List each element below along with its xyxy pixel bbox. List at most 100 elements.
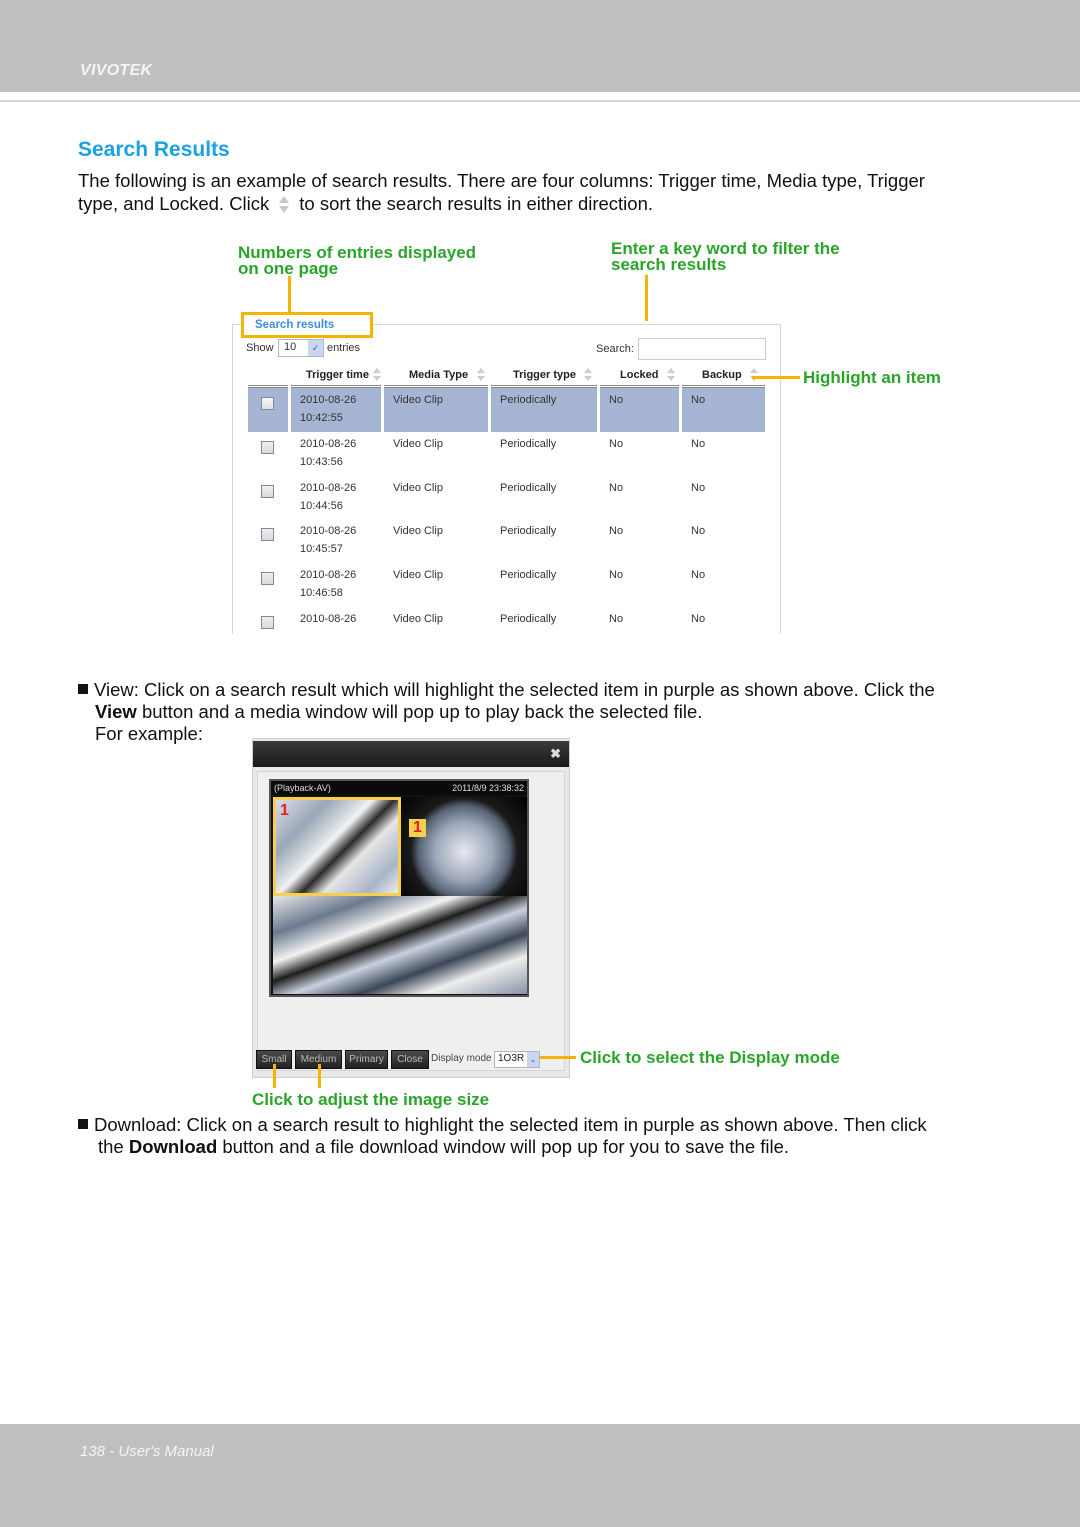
table-row[interactable]: 2010-08-26 10:43:56 Video Clip Periodically…: [248, 432, 765, 476]
cell-trigger: Periodically: [491, 388, 597, 432]
video-timestamp: 2011/8/9 23:38:32: [452, 783, 524, 793]
trigger-date: 2010-08-26: [300, 394, 357, 406]
checkbox-cell: [248, 563, 288, 607]
primary-button[interactable]: Primary: [345, 1050, 388, 1069]
video-tile-panorama[interactable]: [273, 896, 527, 994]
cell-trigger-time: 2010-08-26 10:44:56: [291, 476, 381, 520]
cell-media: Video Clip: [393, 482, 443, 494]
annotation-image-size: Click to adjust the image size: [252, 1090, 490, 1109]
table-row[interactable]: 2010-08-26 10:46:58 Video Clip Periodically…: [248, 563, 765, 607]
cell-media: Video Clip: [393, 438, 443, 450]
table-row[interactable]: 2010-08-26 10:44:56 Video Clip Periodically…: [248, 476, 765, 520]
intro-text-pre: type, and Locked. Click: [78, 193, 270, 214]
cell-backup: No: [691, 525, 706, 537]
row-checkbox[interactable]: [261, 485, 274, 498]
download-text: button and a file download window will p…: [217, 1136, 790, 1157]
show-label: Show: [246, 342, 274, 354]
section-title: Search Results: [78, 138, 230, 161]
column-header-locked[interactable]: Locked: [620, 368, 676, 382]
row-checkbox[interactable]: [261, 572, 274, 585]
annotation-highlight: Highlight an item: [803, 368, 941, 387]
annotation-filter: Enter a key word to filter the search re…: [611, 240, 840, 274]
trigger-clock-time: 10:43:56: [300, 456, 343, 468]
search-input[interactable]: [638, 338, 766, 360]
column-label: Locked: [620, 368, 659, 381]
sort-arrows-icon[interactable]: [372, 368, 382, 382]
column-header-trigger-type[interactable]: Trigger type: [513, 368, 593, 382]
search-label: Search:: [596, 343, 634, 355]
trigger-date: 2010-08-26: [300, 482, 357, 494]
column-label: Backup: [702, 368, 742, 381]
column-label: Trigger time: [306, 368, 369, 381]
view-text: View: Click on a search result which wil…: [94, 679, 935, 700]
download-paragraph: Download: Click on a search result to hi…: [78, 1114, 927, 1158]
close-icon[interactable]: ✖: [550, 746, 561, 762]
column-header-backup[interactable]: Backup: [702, 368, 759, 382]
popup-titlebar[interactable]: ✖: [253, 741, 569, 767]
download-line2: the Download button and a file download …: [78, 1136, 927, 1158]
trigger-clock-time: 10:44:56: [300, 500, 343, 512]
cell-trigger: Periodically: [500, 613, 557, 625]
cell-locked: No: [609, 569, 624, 581]
video-player[interactable]: (Playback-AV) 2011/8/9 23:38:32 1 1: [269, 779, 529, 997]
trigger-clock-time: 10:45:57: [300, 543, 343, 555]
sort-arrows-icon: [277, 194, 291, 216]
page-number: 138 - User's Manual: [80, 1443, 214, 1460]
trigger-date: 2010-08-26: [300, 613, 357, 625]
brand-logo: VIVOTEK: [80, 62, 153, 79]
table-row[interactable]: 2010-08-26 10:45:57 Video Clip Periodically…: [248, 519, 765, 563]
sort-arrows-icon[interactable]: [749, 368, 759, 382]
close-button[interactable]: Close: [391, 1050, 429, 1069]
entries-per-page-select[interactable]: 10 ✓: [278, 339, 324, 357]
row-checkbox[interactable]: [261, 616, 274, 629]
column-header-media-type[interactable]: Media Type: [409, 368, 486, 382]
callout-line-small: [273, 1064, 276, 1088]
chevron-down-icon[interactable]: ⌄: [527, 1052, 539, 1067]
view-bold-term: View: [95, 701, 137, 722]
region-number: 1: [280, 802, 289, 819]
cell-locked: No: [609, 613, 624, 625]
cell-trigger-time: 2010-08-26 10:46:58: [291, 563, 381, 607]
intro-text-post: to sort the search results in either dir…: [299, 193, 654, 214]
cell-trigger-time: 2010-08-26: [291, 607, 381, 633]
trigger-clock-time: 10:46:58: [300, 587, 343, 599]
trigger-date: 2010-08-26: [300, 569, 357, 581]
video-tile-region-1[interactable]: 1: [273, 797, 401, 896]
callout-line-highlight: [752, 376, 800, 379]
row-checkbox[interactable]: [261, 441, 274, 454]
row-checkbox[interactable]: [261, 397, 274, 410]
page-header-band: VIVOTEK: [0, 0, 1080, 92]
cell-backup: No: [682, 388, 765, 432]
callout-line-entries: [288, 276, 291, 314]
cell-locked: No: [600, 388, 679, 432]
callout-line-medium: [318, 1064, 321, 1088]
table-row[interactable]: 2010-08-26 10:42:55 Video Clip Periodically…: [248, 388, 765, 432]
column-header-trigger-time[interactable]: Trigger time: [306, 368, 382, 382]
entries-per-page-value: 10: [284, 341, 297, 353]
download-text: the: [98, 1136, 129, 1157]
sort-arrows-icon[interactable]: [583, 368, 593, 382]
cell-locked: No: [609, 525, 624, 537]
cell-backup: No: [691, 569, 706, 581]
page-footer-band: [0, 1424, 1080, 1527]
checkbox-cell: [248, 432, 288, 476]
display-mode-select[interactable]: 1O3R ⌄: [494, 1051, 540, 1068]
annotation-display-mode: Click to select the Display mode: [580, 1048, 840, 1067]
stream-label: (Playback-AV): [274, 783, 331, 793]
view-line2: View button and a media window will pop …: [78, 701, 935, 723]
row-checkbox[interactable]: [261, 528, 274, 541]
view-line1: View: Click on a search result which wil…: [78, 679, 935, 701]
column-label: Trigger type: [513, 368, 576, 381]
download-text: Download: Click on a search result to hi…: [94, 1114, 927, 1135]
view-paragraph: View: Click on a search result which wil…: [78, 679, 935, 745]
display-mode-value: 1O3R: [498, 1053, 525, 1064]
annotation-filter-line2: search results: [611, 255, 727, 274]
chevron-down-icon[interactable]: ✓: [308, 340, 323, 356]
sort-arrows-icon[interactable]: [476, 368, 486, 382]
table-row[interactable]: 2010-08-26 Video Clip Periodically No No: [248, 607, 765, 633]
region-number: 1: [409, 819, 426, 837]
bullet-icon: [78, 684, 88, 694]
video-tile-fisheye[interactable]: 1: [401, 797, 527, 896]
sort-arrows-icon[interactable]: [666, 368, 676, 382]
cell-media: Video Clip: [393, 613, 443, 625]
